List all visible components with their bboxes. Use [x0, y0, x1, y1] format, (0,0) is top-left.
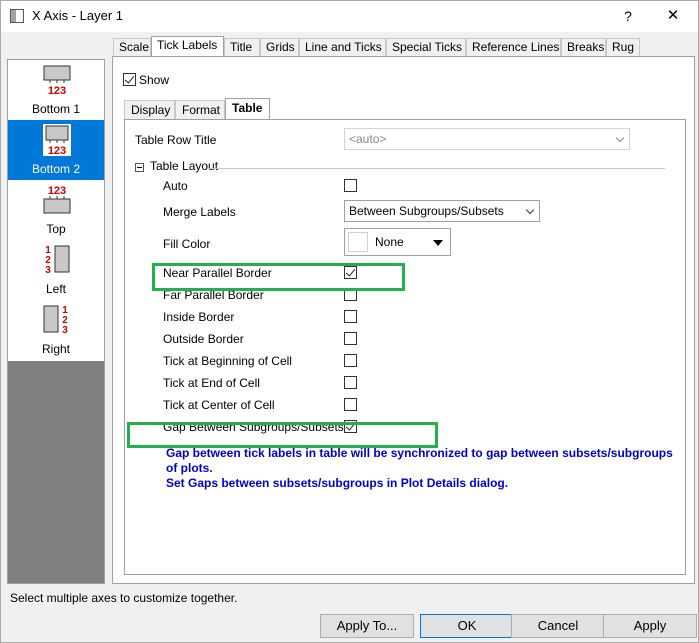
title-bar: X Axis - Layer 1 ? ✕ [1, 1, 698, 32]
info-text: Gap between tick labels in table will be… [166, 446, 686, 491]
axis-item-top[interactable]: 123 Top [8, 180, 104, 240]
dropdown-arrow-icon [433, 240, 443, 246]
table-row-title-combo: <auto> [344, 128, 630, 150]
tick-center-label: Tick at Center of Cell [163, 398, 275, 412]
tab-breaks[interactable]: Breaks [561, 38, 606, 57]
dialog-window: X Axis - Layer 1 ? ✕ 123 Bottom 1 123 Bo… [0, 0, 699, 643]
axis-item-bottom-2[interactable]: 123 Bottom 2 [8, 120, 104, 180]
color-swatch [348, 232, 368, 252]
highlight-near-parallel-border [152, 263, 405, 291]
merge-labels-label: Merge Labels [163, 205, 236, 219]
axis-item-label: Bottom 2 [31, 162, 81, 176]
collapse-icon[interactable] [135, 163, 144, 172]
axis-item-label: Right [41, 342, 70, 356]
tick-labels-panel: Show Display Format Table Table Row Titl… [112, 56, 695, 584]
table-panel: Table Row Title <auto> Table Layout Auto… [124, 119, 686, 575]
tick-beginning-checkbox[interactable] [344, 354, 357, 367]
tick-beginning-label: Tick at Beginning of Cell [163, 354, 292, 368]
chevron-down-icon [525, 205, 535, 215]
table-layout-section: Table Layout [150, 159, 219, 173]
tab-line-and-ticks[interactable]: Line and Ticks [299, 38, 386, 57]
close-button[interactable]: ✕ [658, 5, 688, 27]
axis-list: 123 Bottom 1 123 Bottom 2 123 Top 1 2 3 … [7, 59, 105, 584]
fill-color-picker[interactable]: None [344, 228, 451, 256]
tab-display[interactable]: Display [124, 100, 175, 120]
info-line-2: Set Gaps between subsets/subgroups in Pl… [166, 476, 509, 490]
tab-title[interactable]: Title [224, 38, 260, 57]
axis-numbers: 123 [48, 145, 66, 157]
fill-color-value: None [375, 235, 404, 249]
axis-item-bottom-1[interactable]: 123 Bottom 1 [8, 60, 104, 120]
outside-border-checkbox[interactable] [344, 332, 357, 345]
table-row-title-label: Table Row Title [135, 133, 217, 147]
tick-center-checkbox[interactable] [344, 398, 357, 411]
top-axis-icon: 123 [43, 185, 71, 214]
status-text: Select multiple axes to customize togeth… [10, 591, 238, 605]
svg-text:3: 3 [62, 325, 68, 336]
show-checkbox[interactable] [123, 73, 136, 87]
axis-item-label: Left [45, 282, 66, 296]
apply-button[interactable]: Apply [603, 614, 697, 638]
tab-special-ticks[interactable]: Special Ticks [386, 38, 466, 57]
tab-reference-lines[interactable]: Reference Lines [466, 38, 561, 57]
axis-numbers: 123 [48, 85, 66, 97]
axis-item-label: Top [46, 222, 66, 236]
tab-table[interactable]: Table [225, 98, 270, 120]
axis-item-left[interactable]: 1 2 3 Left [8, 240, 104, 300]
tab-tick-labels[interactable]: Tick Labels [151, 36, 224, 57]
outside-border-label: Outside Border [163, 332, 244, 346]
left-axis-icon: 1 2 3 [45, 245, 70, 276]
svg-text:3: 3 [45, 265, 51, 276]
app-icon [10, 9, 24, 23]
cancel-button[interactable]: Cancel [511, 614, 605, 638]
help-button[interactable]: ? [613, 5, 643, 27]
tab-grids[interactable]: Grids [260, 38, 299, 57]
ok-button[interactable]: OK [420, 614, 514, 638]
tick-end-label: Tick at End of Cell [163, 376, 260, 390]
chevron-down-icon [615, 133, 625, 143]
tab-rug[interactable]: Rug [606, 38, 640, 57]
auto-checkbox[interactable] [344, 179, 357, 192]
fill-color-label: Fill Color [163, 237, 211, 251]
tick-end-checkbox[interactable] [344, 376, 357, 389]
merge-labels-value: Between Subgroups/Subsets [349, 204, 504, 218]
window-title: X Axis - Layer 1 [32, 8, 124, 23]
auto-label: Auto [163, 179, 188, 193]
tab-format[interactable]: Format [175, 100, 225, 120]
tab-scale[interactable]: Scale [113, 38, 151, 57]
axis-item-right[interactable]: 1 2 3 Right [8, 300, 104, 360]
axis-item-label: Bottom 1 [31, 102, 81, 116]
right-axis-icon: 1 2 3 [43, 305, 68, 336]
info-line-1: Gap between tick labels in table will be… [166, 446, 673, 475]
highlight-gap-between-subgroups [127, 422, 438, 448]
show-label: Show [139, 72, 170, 87]
bottom-axis-icon: 123 [43, 124, 71, 157]
inside-border-checkbox[interactable] [344, 310, 357, 323]
table-row-title-value: <auto> [349, 132, 387, 146]
inside-border-label: Inside Border [163, 310, 235, 324]
bottom-axis-icon: 123 [43, 65, 71, 97]
show-row: Show [123, 72, 169, 87]
section-divider [207, 168, 665, 169]
merge-labels-dropdown[interactable]: Between Subgroups/Subsets [344, 200, 540, 222]
axis-numbers: 123 [48, 185, 66, 197]
apply-to-button[interactable]: Apply To... [320, 614, 414, 638]
